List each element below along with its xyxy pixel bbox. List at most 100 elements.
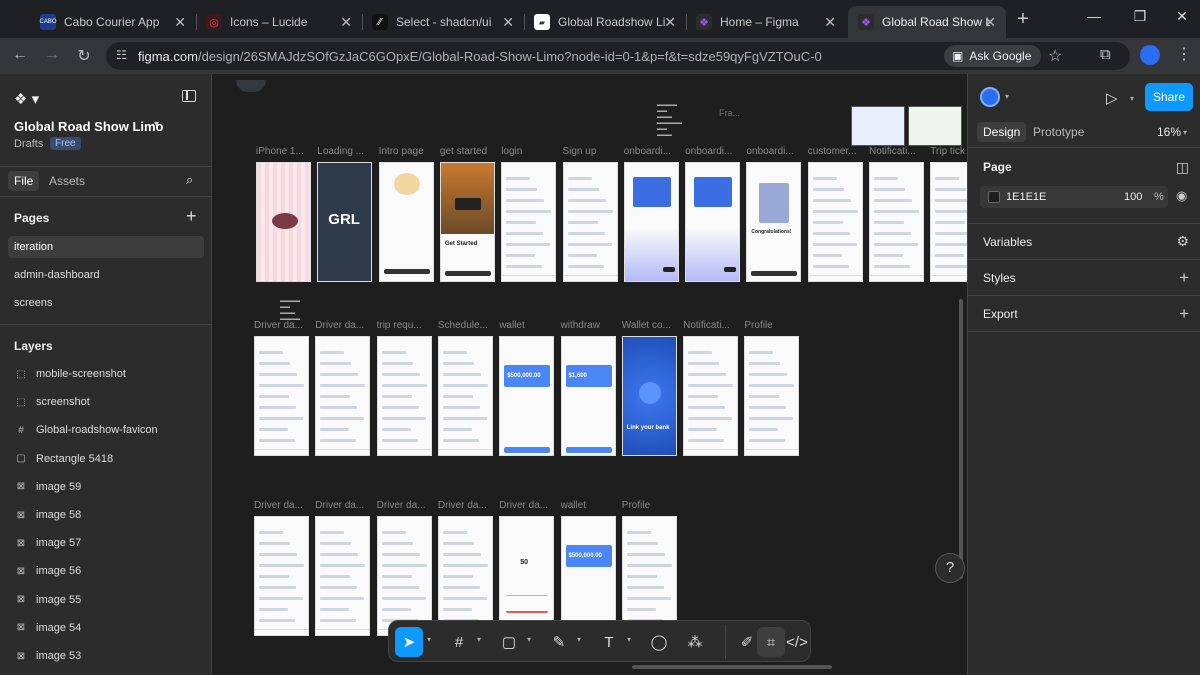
layer-item[interactable]: ⊠ image 55 [16, 590, 81, 610]
frame-label[interactable]: Driver da... [315, 500, 364, 511]
add-style-icon[interactable]: + [1179, 268, 1189, 288]
frame-label[interactable]: Driver da... [315, 320, 364, 331]
layer-item[interactable]: ⊠ image 58 [16, 505, 81, 525]
screen-frame[interactable] [378, 162, 434, 282]
page-opacity-field[interactable]: 100 % [1118, 186, 1168, 208]
layer-item[interactable]: ⊠ image 54 [16, 618, 81, 638]
rectangle-tool-icon[interactable]: ▢ [495, 627, 523, 657]
add-page-icon[interactable]: + [186, 206, 197, 227]
frame-label[interactable]: get started [440, 146, 487, 157]
move-tool-icon[interactable]: ➤ [395, 627, 423, 657]
frame-label[interactable]: Schedule... [438, 320, 488, 331]
pen-tool-icon[interactable]: ✎ [545, 627, 573, 657]
frame-label[interactable]: Wallet co... [622, 320, 671, 331]
chevron-down-icon[interactable]: ▾ [427, 635, 431, 644]
minimize-icon[interactable]: — [1082, 8, 1106, 24]
layer-item[interactable]: ⬚ screenshot [16, 392, 90, 412]
page-item-admin-dashboard[interactable]: admin-dashboard [8, 264, 204, 286]
omnibox[interactable]: ☷ figma.com/design/26SMAJdzSOfGzJaC6GOpx… [106, 42, 1130, 70]
reload-icon[interactable]: ↻ [74, 46, 94, 66]
chevron-down-icon[interactable]: ▾ [577, 635, 581, 644]
screen-frame[interactable] [315, 336, 371, 456]
layer-item[interactable]: ⊠ image 53 [16, 646, 81, 666]
screen-frame[interactable]: Congratulations! [746, 162, 802, 282]
new-tab-icon[interactable]: + [1012, 8, 1034, 31]
page-item-screens[interactable]: screens [8, 292, 204, 314]
page-color-field[interactable]: 1E1E1E [980, 186, 1128, 208]
variables-section[interactable]: Variables ⚙ [968, 224, 1200, 260]
figma-main-menu-icon[interactable]: ❖ ▾ [14, 90, 39, 108]
screen-frame[interactable] [254, 516, 309, 636]
url-text[interactable]: figma.com/design/26SMAJdzSOfGzJaC6GOpxE/… [138, 49, 822, 64]
screen-frame[interactable]: Link your bank [621, 336, 677, 456]
layer-item[interactable]: ⬚ mobile-screenshot [16, 364, 126, 384]
bookmark-star-icon[interactable]: ☆ [1048, 46, 1062, 66]
screen-frame[interactable] [315, 516, 371, 636]
profile-avatar-icon[interactable] [1140, 45, 1160, 65]
chevron-down-icon[interactable]: ▾ [477, 635, 481, 644]
site-info-icon[interactable]: ☷ [116, 48, 132, 64]
browser-tab-4[interactable]: ▰ Global Roadshow Lim ✕ [524, 6, 686, 38]
present-play-icon[interactable]: ▷ [1106, 89, 1118, 107]
chevron-down-icon[interactable]: ▾ [154, 119, 159, 130]
forward-icon[interactable]: → [42, 46, 62, 64]
frame-label[interactable]: Intro page [379, 146, 424, 157]
close-tab-icon[interactable]: ✕ [984, 14, 996, 31]
vertical-scrollbar[interactable] [959, 299, 963, 579]
zoom-level[interactable]: 16% [1157, 125, 1181, 139]
screen-frame[interactable] [807, 162, 863, 282]
screen-frame[interactable] [744, 336, 800, 456]
color-swatch[interactable] [988, 191, 1000, 203]
screen-frame[interactable] [621, 516, 677, 636]
ask-google-button[interactable]: ▣ Ask Google [944, 45, 1042, 67]
help-icon[interactable]: ? [935, 553, 965, 583]
frame-label[interactable]: trip requ... [377, 320, 422, 331]
frame-label[interactable]: login [501, 146, 522, 157]
search-icon[interactable]: ⌕ [186, 172, 193, 188]
page-opacity-value[interactable]: 100 [1124, 191, 1142, 203]
chevron-down-icon[interactable]: ▾ [1183, 128, 1187, 137]
comment-tool-icon[interactable]: ◯ [645, 627, 673, 657]
restore-icon[interactable]: ❐ [1128, 8, 1152, 25]
page-item-iteration[interactable]: iteration [8, 236, 204, 258]
layer-item[interactable]: # Global-roadshow-favicon [16, 420, 157, 440]
screen-frame[interactable] [437, 336, 493, 456]
frame-label[interactable]: onboardi... [624, 146, 671, 157]
frame-label[interactable]: Driver da... [499, 500, 548, 511]
frame-label[interactable]: wallet [499, 320, 525, 331]
browser-tab-2[interactable]: ◎ Icons – Lucide ✕ [196, 6, 362, 38]
tab-prototype[interactable]: Prototype [1033, 125, 1084, 139]
drafts-label[interactable]: Drafts [14, 138, 43, 150]
frame-label[interactable]: wallet [561, 500, 587, 511]
image-thumbnail[interactable] [908, 106, 962, 146]
screen-frame[interactable] [254, 336, 309, 456]
frame-label[interactable]: iPhone 1... [256, 146, 304, 157]
frame-label[interactable]: Profile [622, 500, 650, 511]
frame-label[interactable]: Driver da... [438, 500, 487, 511]
screen-frame[interactable] [623, 162, 679, 282]
browser-tab-6-active[interactable]: ❖ Global Road Show Lir ✕ [848, 6, 1006, 38]
file-name[interactable]: Global Road Show Limo [14, 119, 164, 134]
screen-frame[interactable]: 50 [499, 516, 555, 636]
screen-frame[interactable] [930, 162, 967, 282]
tab-file[interactable]: File [8, 171, 40, 191]
text-tool-icon[interactable]: T [595, 627, 623, 657]
shape-partial[interactable] [236, 80, 266, 92]
close-tab-icon[interactable]: ✕ [340, 14, 352, 31]
chevron-down-icon[interactable]: ▾ [527, 635, 531, 644]
frame-label[interactable]: Notificati... [683, 320, 730, 331]
frame-label[interactable]: withdraw [561, 320, 600, 331]
chevron-down-icon[interactable]: ▾ [627, 635, 631, 644]
add-export-icon[interactable]: + [1179, 304, 1189, 324]
frame-label[interactable]: onboardi... [746, 146, 793, 157]
screen-frame[interactable] [685, 162, 741, 282]
frame-label[interactable]: Sign up [563, 146, 597, 157]
browser-tab-1[interactable]: CABO Cabo Courier App ✕ [30, 6, 196, 38]
frame-tool-icon[interactable]: # [445, 627, 473, 657]
frame-label[interactable]: Loading ... [317, 146, 364, 157]
layer-item[interactable]: ⊠ image 57 [16, 533, 81, 553]
close-tab-icon[interactable]: ✕ [664, 14, 676, 31]
layer-item[interactable]: ⊠ image 59 [16, 477, 81, 497]
user-avatar[interactable] [980, 87, 1000, 107]
local-styles-icon[interactable]: ◫ [1176, 159, 1189, 176]
